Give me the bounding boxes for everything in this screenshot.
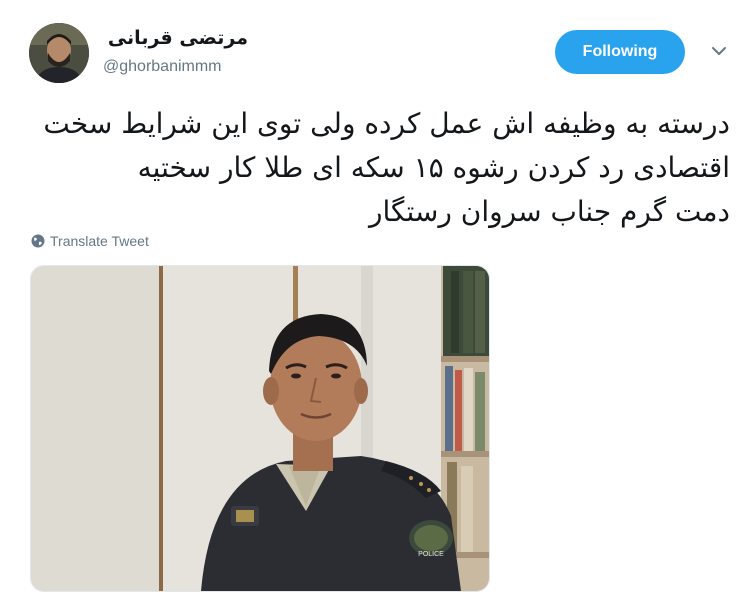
- tweet-card: مرتضی قربانی @ghorbanimmm Following درست…: [0, 0, 755, 600]
- police-patch-text: POLICE: [418, 551, 444, 558]
- tweet-text-line: دمت گرم جناب سروان رستگار: [368, 195, 730, 228]
- tweet-photo[interactable]: POLICE: [30, 265, 490, 592]
- tweet-text-line: اقتصادی رد کردن رشوه ۱۵ سکه ای طلا کار س…: [137, 151, 730, 184]
- translate-tweet-label: Translate Tweet: [50, 233, 149, 249]
- globe-icon: [31, 234, 45, 248]
- author-display-name[interactable]: مرتضی قربانی: [103, 27, 248, 49]
- author-handle[interactable]: @ghorbanimmm: [103, 58, 222, 76]
- following-button[interactable]: Following: [555, 30, 685, 74]
- avatar-image: [29, 23, 89, 83]
- chevron-down-icon[interactable]: [708, 40, 730, 62]
- tweet-text-line: درسته به وظیفه اش عمل کرده ولی توی این ش…: [43, 107, 730, 140]
- tweet-text: درسته به وظیفه اش عمل کرده ولی توی این ش…: [30, 102, 730, 234]
- avatar[interactable]: [29, 23, 89, 83]
- officer-photo: POLICE: [31, 266, 489, 591]
- translate-tweet-link[interactable]: Translate Tweet: [31, 233, 149, 249]
